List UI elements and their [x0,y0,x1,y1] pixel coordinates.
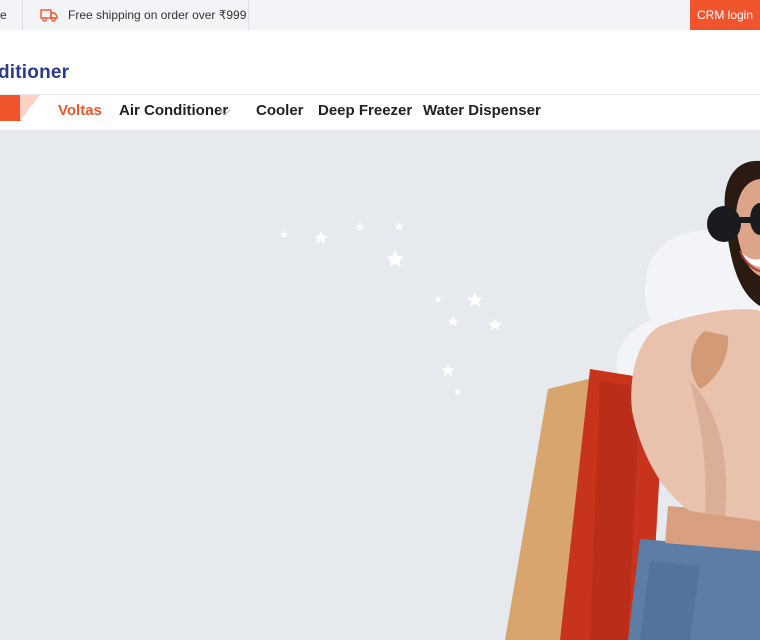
free-shipping-notice: Free shipping on order over ₹999 [40,0,246,30]
main-nav: Voltas Air Conditioner Cooler Deep Freez… [0,94,760,131]
crm-login-button[interactable]: CRM login [690,0,760,30]
truck-icon [40,9,58,22]
top-bar: e Free shipping on order over ₹999 CRM l… [0,0,760,30]
tab-decoration [20,95,40,121]
topbar-divider [248,0,249,30]
nav-item-air-conditioner[interactable]: Air Conditioner [119,102,228,119]
nav-item-cooler[interactable]: Cooler [256,102,304,119]
nav-item-voltas[interactable]: Voltas [58,102,102,119]
topbar-cut-text: e [0,8,7,22]
free-shipping-text: Free shipping on order over ₹999 [68,8,247,22]
categories-tab[interactable] [0,95,21,121]
sparkle-stars [279,222,502,396]
nav-item-deep-freezer[interactable]: Deep Freezer [318,102,412,119]
woman-with-shopping-bags-icon [505,160,760,640]
topbar-divider [22,0,23,30]
site-logo[interactable]: ditioner [0,62,69,84]
nav-item-water-dispenser[interactable]: Water Dispenser [423,102,541,119]
hero-illustration [279,160,760,640]
hero-banner [0,131,760,640]
